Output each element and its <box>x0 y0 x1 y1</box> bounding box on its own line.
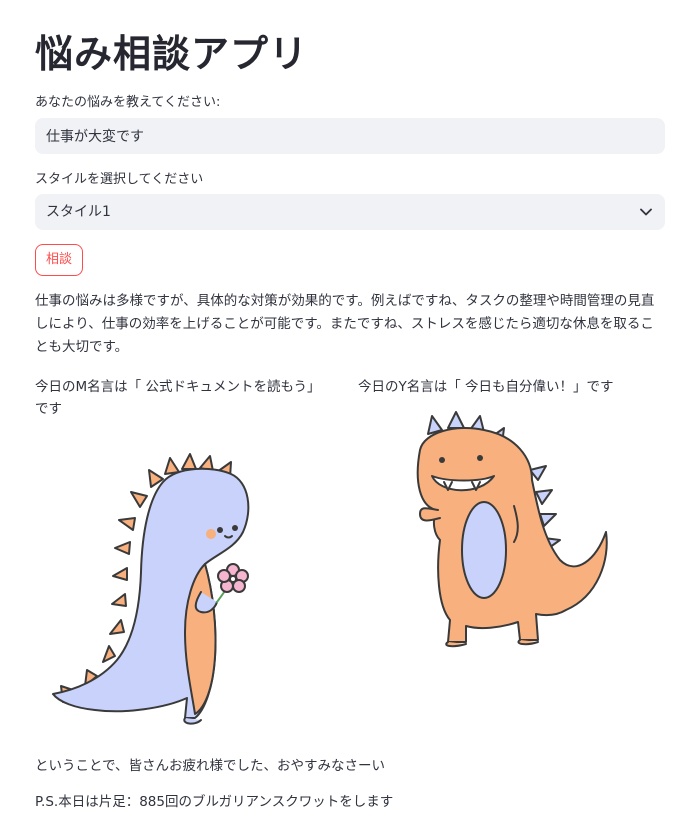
y-quote: 今日のY名言は「 今日も自分偉い！」です <box>358 379 614 395</box>
worry-label: あなたの悩みを教えてください: <box>35 95 221 110</box>
style-select-value: スタイル1 <box>46 204 111 220</box>
ps-text: P.S.本日は片足：885回のブルガリアンスクワットをします <box>35 794 394 810</box>
orange-dinosaur-image <box>416 411 608 648</box>
closing-text: ということで、皆さんお疲れ様でした、おやすみなさーい <box>35 758 386 774</box>
style-label: スタイルを選択してください <box>35 172 204 187</box>
consult-button[interactable]: 相談 <box>35 244 84 276</box>
answer-text: 仕事の悩みは多様ですが、具体的な対策が効果的です。例えばですね、タスクの整理や時… <box>35 293 655 355</box>
page-title: 悩み相談アプリ <box>35 32 309 76</box>
blue-dinosaur-image <box>52 453 250 725</box>
worry-input[interactable] <box>35 118 665 154</box>
chevron-down-icon <box>638 204 654 220</box>
style-select[interactable]: スタイル1 <box>35 194 665 230</box>
m-quote: 今日のM名言は「 公式ドキュメントを読もう」 です <box>35 379 321 417</box>
